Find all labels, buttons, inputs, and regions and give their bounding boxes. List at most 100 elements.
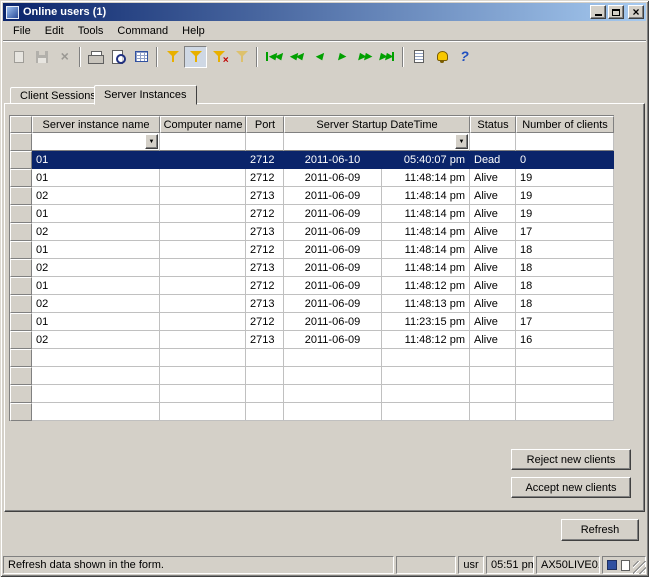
grid-cell-status[interactable]: [470, 367, 516, 385]
grid-row[interactable]: 0127122011-06-1005:40:07 pmDead0: [10, 151, 614, 169]
grid-cell-computer[interactable]: [160, 241, 246, 259]
grid-cell-port[interactable]: 2713: [246, 295, 284, 313]
filter-startup-input[interactable]: [284, 133, 470, 151]
grid-cell-status[interactable]: Alive: [470, 277, 516, 295]
previous-fast-button[interactable]: ◀◀: [284, 46, 307, 68]
grid-cell-date[interactable]: 2011-06-09: [284, 295, 382, 313]
reject-new-clients-button[interactable]: Reject new clients: [511, 449, 631, 470]
grid-cell-time[interactable]: [382, 349, 470, 367]
grid-cell-date[interactable]: 2011-06-09: [284, 241, 382, 259]
row-selector[interactable]: [10, 169, 32, 187]
grid-cell-port[interactable]: 2713: [246, 259, 284, 277]
grid-cell-instance[interactable]: 01: [32, 151, 160, 169]
grid-cell-clients[interactable]: 19: [516, 205, 614, 223]
row-selector[interactable]: [10, 277, 32, 295]
filter-by-grid-view-button[interactable]: [130, 46, 153, 68]
grid-cell-computer[interactable]: [160, 187, 246, 205]
resize-grip[interactable]: [633, 561, 646, 574]
grid-cell-status[interactable]: Alive: [470, 223, 516, 241]
grid-cell-port[interactable]: [246, 385, 284, 403]
grid-cell-instance[interactable]: 02: [32, 259, 160, 277]
grid-cell-time[interactable]: 11:48:14 pm: [382, 205, 470, 223]
filter-port-input[interactable]: [246, 133, 284, 151]
grid-cell-port[interactable]: 2712: [246, 313, 284, 331]
tab-client-sessions[interactable]: Client Sessions: [10, 87, 106, 104]
row-selector[interactable]: [10, 223, 32, 241]
row-selector[interactable]: [10, 367, 32, 385]
grid-cell-clients[interactable]: 19: [516, 187, 614, 205]
grid-cell-clients[interactable]: [516, 403, 614, 421]
grid-cell-status[interactable]: Alive: [470, 169, 516, 187]
grid-cell-status[interactable]: Alive: [470, 205, 516, 223]
grid-cell-instance[interactable]: [32, 367, 160, 385]
grid-cell-clients[interactable]: [516, 349, 614, 367]
grid-cell-clients[interactable]: 17: [516, 313, 614, 331]
grid-row[interactable]: 0127122011-06-0911:48:14 pmAlive19: [10, 169, 614, 187]
grid-cell-computer[interactable]: [160, 367, 246, 385]
menu-file[interactable]: File: [6, 23, 38, 39]
grid-cell-computer[interactable]: [160, 223, 246, 241]
col-header-clients[interactable]: Number of clients: [516, 116, 614, 133]
grid-cell-date[interactable]: [284, 385, 382, 403]
row-selector[interactable]: [10, 403, 32, 421]
grid-cell-date[interactable]: 2011-06-09: [284, 277, 382, 295]
grid-cell-instance[interactable]: [32, 403, 160, 421]
dropdown-arrow-icon[interactable]: [145, 134, 158, 149]
grid-row[interactable]: 0227132011-06-0911:48:14 pmAlive17: [10, 223, 614, 241]
grid-cell-time[interactable]: [382, 403, 470, 421]
grid-cell-computer[interactable]: [160, 403, 246, 421]
save-button[interactable]: [30, 46, 53, 68]
row-selector[interactable]: [10, 349, 32, 367]
grid-cell-status[interactable]: [470, 385, 516, 403]
grid-cell-time[interactable]: 11:48:12 pm: [382, 331, 470, 349]
grid-row[interactable]: 0127122011-06-0911:48:14 pmAlive18: [10, 241, 614, 259]
grid-row[interactable]: 0127122011-06-0911:48:12 pmAlive18: [10, 277, 614, 295]
grid-cell-clients[interactable]: 18: [516, 295, 614, 313]
grid-cell-clients[interactable]: 19: [516, 169, 614, 187]
menu-help[interactable]: Help: [175, 23, 212, 39]
grid-cell-computer[interactable]: [160, 331, 246, 349]
col-header-instance[interactable]: Server instance name: [32, 116, 160, 133]
filter-instance-input[interactable]: [32, 133, 160, 151]
grid-cell-port[interactable]: 2713: [246, 223, 284, 241]
row-selector[interactable]: [10, 295, 32, 313]
grid-cell-time[interactable]: 11:48:14 pm: [382, 223, 470, 241]
grid-row[interactable]: 0127122011-06-0911:23:15 pmAlive17: [10, 313, 614, 331]
first-record-button[interactable]: ◀◀: [261, 46, 284, 68]
grid-cell-status[interactable]: [470, 349, 516, 367]
filter-computer-input[interactable]: [160, 133, 246, 151]
grid-cell-port[interactable]: 2712: [246, 241, 284, 259]
help-button[interactable]: [453, 46, 476, 68]
grid-cell-time[interactable]: [382, 367, 470, 385]
print-button[interactable]: [84, 46, 107, 68]
grid-cell-time[interactable]: 11:48:14 pm: [382, 187, 470, 205]
row-selector[interactable]: [10, 259, 32, 277]
col-header-port[interactable]: Port: [246, 116, 284, 133]
next-fast-button[interactable]: ▶▶: [353, 46, 376, 68]
grid-cell-date[interactable]: [284, 349, 382, 367]
grid-cell-time[interactable]: 05:40:07 pm: [382, 151, 470, 169]
row-selector[interactable]: [10, 385, 32, 403]
grid-cell-date[interactable]: 2011-06-09: [284, 169, 382, 187]
grid-cell-computer[interactable]: [160, 151, 246, 169]
grid-cell-status[interactable]: Alive: [470, 187, 516, 205]
grid-cell-port[interactable]: 2712: [246, 277, 284, 295]
grid-cell-instance[interactable]: 02: [32, 223, 160, 241]
grid-cell-status[interactable]: Alive: [470, 241, 516, 259]
grid-cell-time[interactable]: 11:23:15 pm: [382, 313, 470, 331]
next-record-button[interactable]: ▶: [330, 46, 353, 68]
grid-cell-date[interactable]: 2011-06-09: [284, 187, 382, 205]
filter-clients-input[interactable]: [516, 133, 614, 151]
grid-cell-port[interactable]: 2712: [246, 151, 284, 169]
row-selector[interactable]: [10, 313, 32, 331]
print-preview-button[interactable]: [107, 46, 130, 68]
grid-cell-computer[interactable]: [160, 169, 246, 187]
row-selector[interactable]: [10, 205, 32, 223]
col-header-status[interactable]: Status: [470, 116, 516, 133]
grid-row[interactable]: 0227132011-06-0911:48:13 pmAlive18: [10, 295, 614, 313]
grid-cell-instance[interactable]: 01: [32, 277, 160, 295]
grid-cell-computer[interactable]: [160, 205, 246, 223]
advanced-filter-button[interactable]: ×: [207, 46, 230, 68]
grid-cell-status[interactable]: Alive: [470, 331, 516, 349]
row-selector[interactable]: [10, 241, 32, 259]
